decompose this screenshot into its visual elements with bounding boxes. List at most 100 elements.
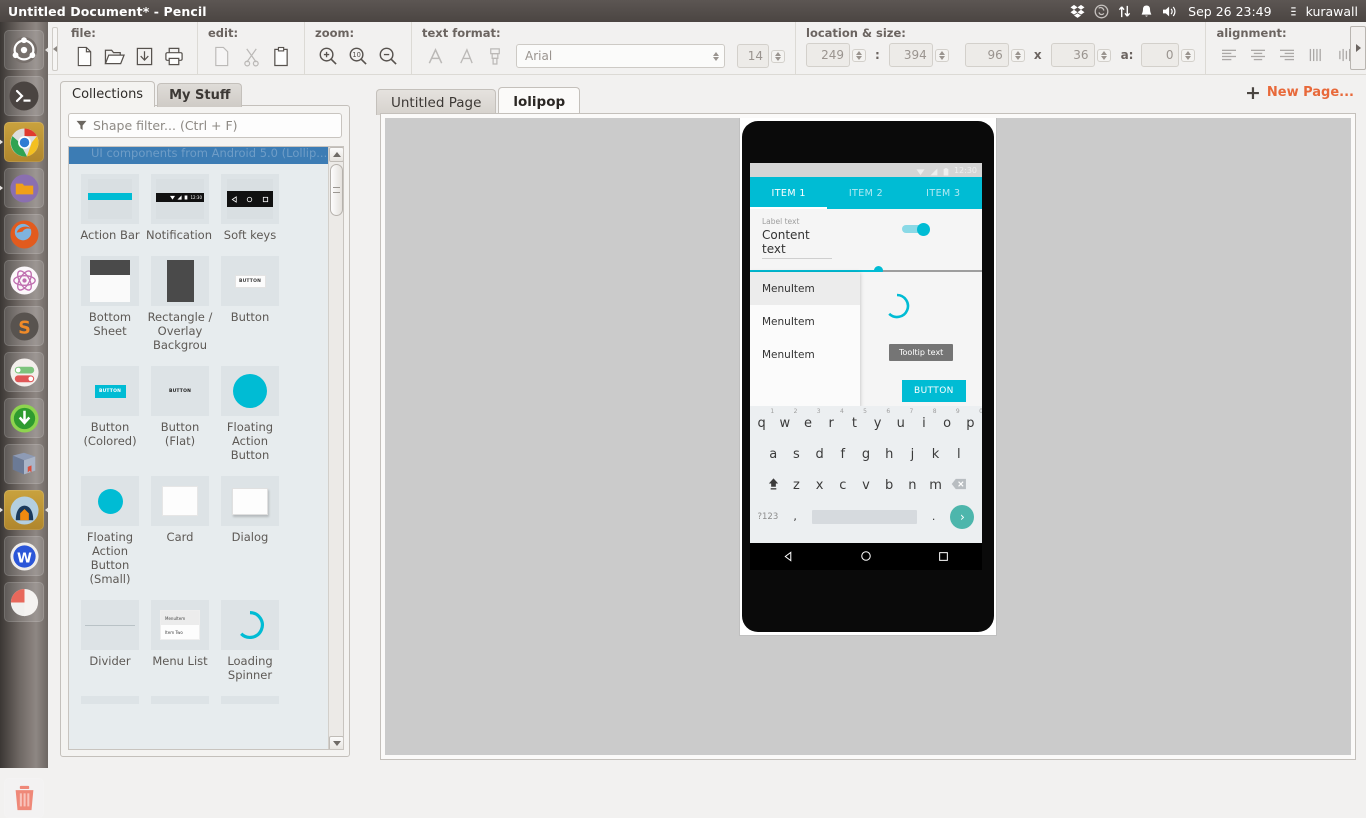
- files-icon[interactable]: [4, 168, 44, 208]
- zoom-in-button[interactable]: [315, 43, 341, 69]
- key-g[interactable]: g: [854, 447, 877, 462]
- scroll-up-button[interactable]: [329, 147, 344, 162]
- font-color-icon[interactable]: [422, 43, 448, 69]
- mock-menu-item-3[interactable]: MenuItem: [750, 338, 860, 371]
- paste-button[interactable]: [268, 43, 294, 69]
- tab-my-stuff[interactable]: My Stuff: [157, 83, 242, 107]
- volume-icon[interactable]: [1162, 0, 1179, 22]
- phone-mockup[interactable]: 12:30 ITEM 1 ITEM 2: [740, 118, 996, 635]
- key-a[interactable]: a: [762, 447, 785, 462]
- atom-icon[interactable]: [4, 260, 44, 300]
- key-t[interactable]: 5t: [843, 416, 866, 431]
- shape-notification-bar[interactable]: 12:30 Notification Bar: [145, 174, 215, 242]
- nav-back-triangle-icon[interactable]: [783, 547, 794, 566]
- shape-list-scrollbar[interactable]: [328, 147, 343, 750]
- shape-loading-spinner[interactable]: Loading Spinner: [215, 600, 285, 682]
- comma-key[interactable]: ,: [793, 510, 797, 523]
- mock-tab-item-1[interactable]: ITEM 1: [750, 177, 827, 209]
- shape-partial-3[interactable]: [215, 696, 285, 704]
- clock[interactable]: Sep 26 23:49: [1188, 4, 1271, 19]
- shape-partial-1[interactable]: [75, 696, 145, 704]
- key-l[interactable]: l: [947, 447, 970, 462]
- dropbox-icon[interactable]: [1070, 0, 1085, 22]
- size-height-stepper[interactable]: 36: [1051, 43, 1111, 67]
- toggles-icon[interactable]: [4, 352, 44, 392]
- scrollbar-thumb[interactable]: [330, 164, 343, 216]
- shape-divider[interactable]: Divider: [75, 600, 145, 682]
- key-d[interactable]: d: [808, 447, 831, 462]
- design-canvas[interactable]: 12:30 ITEM 1 ITEM 2: [385, 118, 1351, 755]
- toolbar-drag-handle[interactable]: [52, 27, 58, 71]
- shape-rectangle-overlay[interactable]: Rectangle / Overlay Backgrou: [145, 256, 215, 352]
- trash-icon[interactable]: [4, 778, 44, 818]
- mock-menu-item-2[interactable]: MenuItem: [750, 305, 860, 338]
- backspace-icon[interactable]: [947, 478, 970, 494]
- shape-action-bar[interactable]: Action Bar: [75, 174, 145, 242]
- username[interactable]: kurawall: [1306, 4, 1358, 19]
- key-q[interactable]: 1q: [750, 416, 773, 431]
- key-x[interactable]: x: [808, 478, 831, 493]
- key-p[interactable]: 0p: [959, 416, 982, 431]
- page-tab-untitled[interactable]: Untitled Page: [376, 89, 496, 115]
- nav-recents-square-icon[interactable]: [938, 547, 949, 566]
- firefox-icon[interactable]: [4, 214, 44, 254]
- mock-tab-item-3[interactable]: ITEM 3: [905, 177, 982, 209]
- shape-soft-keys[interactable]: Soft keys: [215, 174, 285, 242]
- paint-bucket-icon[interactable]: [482, 43, 508, 69]
- italic-a-icon[interactable]: [452, 43, 478, 69]
- key-m[interactable]: m: [924, 478, 947, 493]
- book-icon[interactable]: [4, 444, 44, 484]
- font-size-stepper[interactable]: 14: [737, 44, 785, 68]
- key-j[interactable]: j: [901, 447, 924, 462]
- mock-tab-item-2[interactable]: ITEM 2: [827, 177, 904, 209]
- shape-card[interactable]: Card: [145, 476, 215, 586]
- nav-home-circle-icon[interactable]: [860, 547, 872, 566]
- mock-toggle[interactable]: [902, 223, 930, 235]
- shape-list[interactable]: UI components from Android 5.0 (Lollip..…: [68, 146, 344, 750]
- zoom-reset-button[interactable]: 10: [345, 43, 371, 69]
- mock-field-content[interactable]: Content text: [762, 228, 832, 259]
- download-icon[interactable]: [4, 398, 44, 438]
- ubuntu-dash-icon[interactable]: [4, 30, 44, 70]
- key-r[interactable]: 4r: [820, 416, 843, 431]
- mock-menu-list[interactable]: MenuItem MenuItem MenuItem: [750, 272, 860, 407]
- shape-menu-list[interactable]: MenuItem Item Two Menu List: [145, 600, 215, 682]
- shape-fab-small[interactable]: Floating Action Button (Small): [75, 476, 145, 586]
- shape-bottom-sheet[interactable]: Bottom Sheet: [75, 256, 145, 352]
- key-s[interactable]: s: [785, 447, 808, 462]
- key-b[interactable]: b: [878, 478, 901, 493]
- key-k[interactable]: k: [924, 447, 947, 462]
- distribute-horizontal-button[interactable]: [1303, 43, 1328, 67]
- page-tab-lolipop[interactable]: lolipop: [498, 87, 580, 115]
- pencil-icon[interactable]: [4, 490, 44, 530]
- power-session-icon[interactable]: [1281, 0, 1297, 22]
- shift-icon[interactable]: [762, 476, 785, 495]
- sync-icon[interactable]: [1094, 0, 1109, 22]
- align-left-button[interactable]: [1216, 43, 1241, 67]
- key-n[interactable]: n: [901, 478, 924, 493]
- key-o[interactable]: 9o: [936, 416, 959, 431]
- size-width-stepper[interactable]: 96: [965, 43, 1025, 67]
- font-family-select[interactable]: Arial: [516, 44, 725, 68]
- mock-menu-item-1[interactable]: MenuItem: [750, 272, 860, 305]
- key-y[interactable]: 6y: [866, 416, 889, 431]
- key-c[interactable]: c: [831, 478, 854, 493]
- print-document-button[interactable]: [161, 43, 187, 69]
- scroll-down-button[interactable]: [329, 736, 344, 750]
- key-u[interactable]: 7u: [889, 416, 912, 431]
- key-f[interactable]: f: [831, 447, 854, 462]
- cut-button[interactable]: [238, 43, 264, 69]
- new-document-button[interactable]: [71, 43, 97, 69]
- key-i[interactable]: 8i: [912, 416, 935, 431]
- toolbar-overflow-button[interactable]: [1350, 26, 1366, 70]
- shape-button-flat[interactable]: BUTTON Button (Flat): [145, 366, 215, 462]
- shape-button[interactable]: BUTTON Button: [215, 256, 285, 352]
- network-updown-icon[interactable]: [1118, 0, 1131, 22]
- location-y-stepper[interactable]: 394: [889, 43, 949, 67]
- open-document-button[interactable]: [101, 43, 127, 69]
- period-key[interactable]: .: [932, 510, 936, 523]
- pie-icon[interactable]: [4, 582, 44, 622]
- notification-bell-icon[interactable]: [1140, 0, 1153, 22]
- shape-button-colored[interactable]: BUTTON Button (Colored): [75, 366, 145, 462]
- shape-filter-input[interactable]: Shape filter... (Ctrl + F): [68, 113, 342, 138]
